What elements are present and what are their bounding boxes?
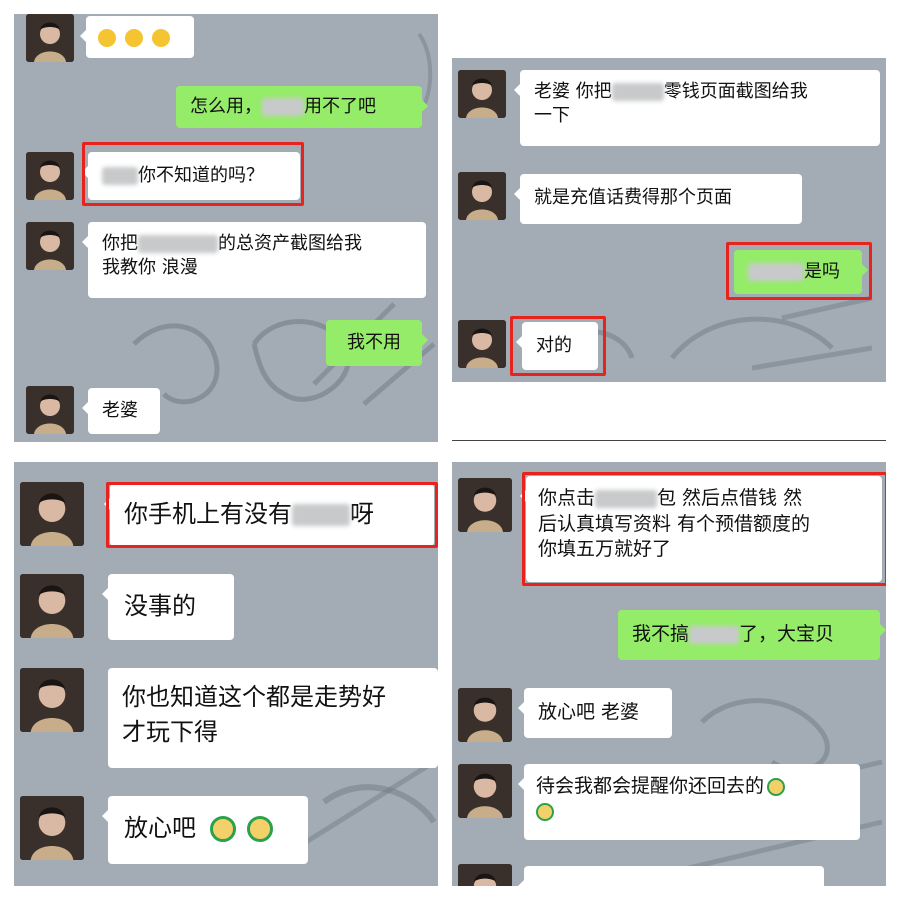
money-emoji-icon: [209, 816, 236, 842]
avatar[interactable]: [458, 688, 512, 742]
message-text: 我教你 浪漫: [102, 257, 198, 279]
person-icon: [20, 668, 84, 732]
avatar[interactable]: [26, 386, 74, 434]
person-icon: [20, 796, 84, 860]
message-text: 老婆 你把: [534, 81, 612, 102]
avatar[interactable]: [26, 222, 74, 270]
avatar[interactable]: [458, 478, 512, 532]
message-text: 一下: [534, 105, 570, 127]
person-icon: [458, 688, 512, 742]
highlight-box: [82, 142, 304, 206]
message-text: 就是充值话费得那个页面: [534, 187, 732, 208]
chat-panel-3: 你手机上有没有呀 没事的 你也知道这个都是走势好 才玩下得 放心吧: [14, 462, 438, 886]
message-text: 待会我都会提醒你还回去的: [536, 775, 765, 797]
avatar[interactable]: [458, 320, 506, 368]
incoming-message: 你也知道这个都是走势好 才玩下得: [108, 668, 438, 768]
avatar[interactable]: [458, 864, 512, 886]
highlight-box: [510, 316, 606, 376]
laugh-emoji-icon: [152, 28, 171, 47]
message-text: 我不用: [347, 332, 401, 353]
person-icon: [26, 386, 74, 434]
message-text: 放心吧: [124, 814, 196, 842]
message-text: 放心吧 老婆: [538, 701, 640, 723]
message-text: 老婆: [102, 400, 138, 421]
highlight-box: [522, 472, 886, 586]
highlight-box: [106, 482, 438, 548]
person-icon: [26, 14, 74, 62]
message-text: 用不了吧: [304, 96, 376, 117]
person-icon: [26, 222, 74, 270]
message-text: 没事的: [124, 592, 196, 620]
panel-divider: [452, 440, 886, 441]
laugh-emoji-icon: [98, 28, 116, 47]
person-icon: [458, 478, 512, 532]
avatar[interactable]: [458, 172, 506, 220]
person-icon: [458, 172, 506, 220]
message-text: 怎么用，: [190, 96, 262, 117]
message-text: 零钱页面截图给我: [663, 81, 808, 102]
incoming-message: 没事的: [102, 574, 234, 640]
incoming-message: 待会我都会提醒你还回去的: [518, 764, 860, 840]
chat-panel-1: 怎么用， 用不了吧 你不知道的吗？ 你把 的总资产截图给我 我教你 浪漫 我不用 老…: [14, 14, 438, 442]
message-text: 才玩下得: [122, 717, 218, 746]
money-emoji-icon: [767, 777, 786, 796]
incoming-message: 放心吧 老婆: [518, 688, 672, 738]
avatar[interactable]: [458, 70, 506, 118]
person-icon: [20, 574, 84, 638]
outgoing-message: 我不用: [326, 320, 428, 366]
outgoing-message: 怎么用， 用不了吧: [176, 86, 428, 128]
money-emoji-icon: [247, 816, 274, 842]
person-icon: [458, 764, 512, 818]
person-icon: [458, 320, 506, 368]
laugh-emoji-icon: [125, 28, 144, 47]
money-emoji-icon: [536, 803, 554, 822]
avatar[interactable]: [20, 668, 84, 732]
avatar[interactable]: [26, 152, 74, 200]
incoming-message: 放心吧: [102, 796, 308, 864]
emoji-message: [80, 16, 194, 58]
incoming-message: [518, 866, 824, 886]
incoming-message: 就是充值话费得那个页面: [514, 174, 802, 224]
redacted-text: [611, 83, 664, 101]
message-text: 我不搞: [632, 623, 690, 645]
message-text: 你把: [102, 233, 138, 254]
person-icon: [26, 152, 74, 200]
avatar[interactable]: [26, 14, 74, 62]
person-icon: [20, 482, 84, 546]
incoming-message: 老婆 你把 零钱页面截图给我 一下: [514, 70, 880, 146]
incoming-message: 老婆: [82, 388, 160, 434]
avatar[interactable]: [458, 764, 512, 818]
redacted-text: [138, 235, 218, 253]
avatar[interactable]: [20, 574, 84, 638]
chat-panel-4: 你点击包 然后点借钱 然 后认真填写资料 有个预借额度的 你填五万就好了 我不搞…: [452, 462, 886, 886]
chat-panel-2: 老婆 你把 零钱页面截图给我 一下 就是充值话费得那个页面 是吗 对的: [452, 58, 886, 382]
incoming-message: 你把 的总资产截图给我 我教你 浪漫: [82, 222, 426, 298]
avatar[interactable]: [20, 796, 84, 860]
outgoing-message: 我不搞 了，大宝贝: [618, 610, 886, 660]
redacted-text: [262, 98, 304, 116]
message-text: 你也知道这个都是走势好: [122, 683, 386, 711]
message-text: 的总资产截图给我: [218, 233, 362, 254]
message-text: 了，大宝贝: [739, 623, 835, 645]
person-icon: [458, 70, 506, 118]
redacted-text: [689, 625, 740, 644]
person-icon: [458, 864, 512, 886]
avatar[interactable]: [20, 482, 84, 546]
highlight-box: [726, 242, 872, 300]
